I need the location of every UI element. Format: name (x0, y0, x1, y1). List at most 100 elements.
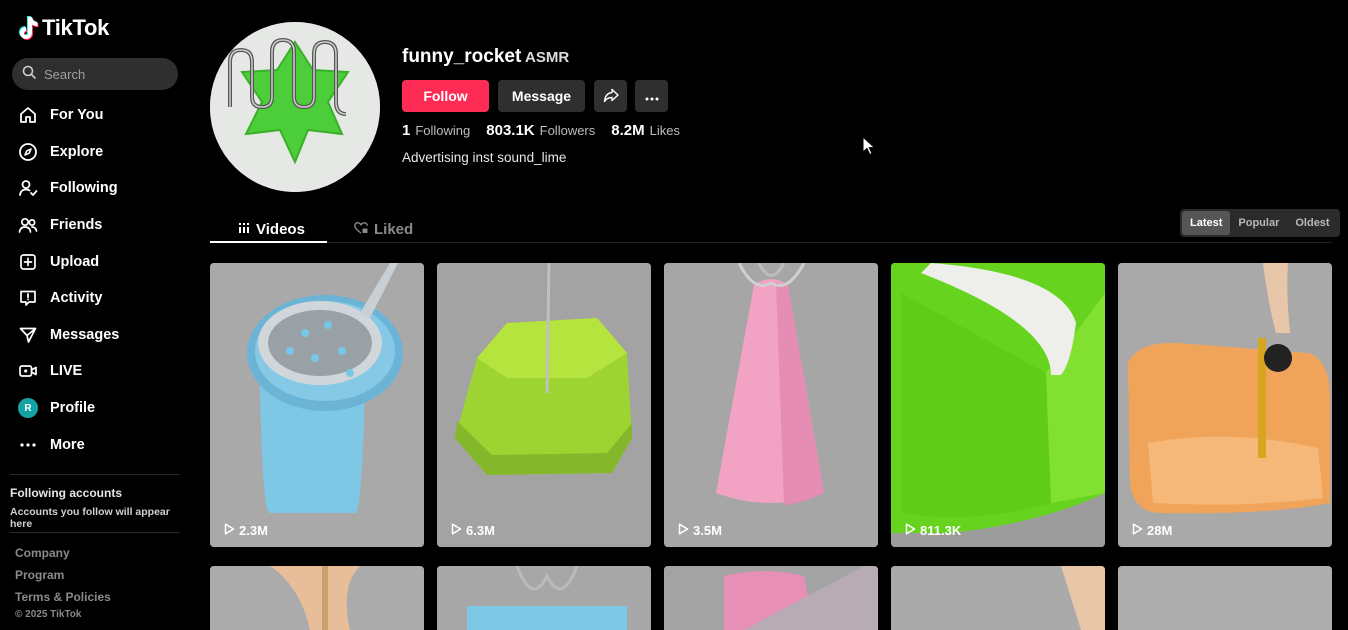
tiktok-logo[interactable]: TikTok (17, 15, 109, 41)
more-options-button[interactable] (635, 80, 668, 112)
copyright: © 2025 TikTok (15, 609, 82, 620)
video-card[interactable] (891, 566, 1105, 630)
sidebar-item-upload[interactable]: Upload (0, 243, 192, 280)
sort-option-latest[interactable]: Latest (1182, 211, 1231, 235)
mouse-cursor-icon (862, 135, 876, 161)
sidebar-nav: For You Explore Following Friends Upload (0, 97, 192, 463)
play-icon (224, 523, 235, 538)
follow-button[interactable]: Follow (402, 80, 489, 112)
view-count-text: 28M (1147, 523, 1173, 538)
video-card[interactable]: 3.5M (664, 263, 878, 547)
followers-label[interactable]: Followers (540, 123, 596, 138)
video-card[interactable] (210, 566, 424, 630)
avatar-letter: R (18, 398, 38, 419)
profile-stats: 1 Following 803.1K Followers 8.2M Likes (402, 122, 696, 139)
locked-heart-icon (354, 221, 368, 238)
search-box[interactable] (12, 58, 178, 90)
profile-nickname: ASMR (525, 49, 570, 66)
play-icon (678, 523, 689, 538)
video-thumbnail (664, 263, 878, 547)
tiktok-wordmark: TikTok (42, 15, 110, 40)
likes-label: Likes (649, 123, 680, 138)
video-thumbnail (210, 566, 424, 630)
tiktok-note-icon (17, 15, 39, 41)
following-count[interactable]: 1 (402, 122, 410, 139)
following-accounts-title: Following accounts (10, 486, 123, 500)
video-card[interactable]: 28M (1118, 263, 1332, 547)
sidebar-item-activity[interactable]: Activity (0, 280, 192, 317)
sidebar-item-live[interactable]: LIVE (0, 353, 192, 390)
sidebar-divider (10, 474, 180, 475)
video-thumbnail (1118, 263, 1332, 547)
sidebar-item-profile[interactable]: R Profile (0, 390, 192, 427)
friends-icon (18, 215, 38, 235)
upload-icon (18, 252, 38, 272)
share-icon (603, 87, 619, 106)
sidebar-divider (10, 532, 180, 533)
sidebar-item-messages[interactable]: Messages (0, 317, 192, 354)
footer-link-terms[interactable]: Terms & Policies (15, 590, 111, 604)
tab-videos[interactable]: Videos (238, 215, 305, 243)
view-count-text: 3.5M (693, 523, 722, 538)
play-icon (1132, 523, 1143, 538)
view-count: 28M (1132, 523, 1172, 538)
sort-segmented-control: Latest Popular Oldest (1180, 209, 1340, 237)
home-icon (18, 105, 38, 125)
sidebar-item-more[interactable]: More (0, 426, 192, 463)
video-thumbnail (437, 566, 651, 630)
messages-icon (18, 325, 38, 345)
profile-bio: Advertising inst sound_lime (402, 150, 567, 165)
video-card[interactable]: 6.3M (437, 263, 651, 547)
sidebar: TikTok For You Explore Following (0, 0, 192, 630)
share-button[interactable] (594, 80, 627, 112)
profile-avatar-image[interactable] (210, 22, 380, 192)
following-icon (18, 178, 38, 198)
likes-count: 8.2M (611, 122, 645, 139)
sidebar-item-following[interactable]: Following (0, 170, 192, 207)
message-button[interactable]: Message (498, 80, 585, 112)
sort-option-oldest[interactable]: Oldest (1287, 211, 1337, 235)
grid-icon (238, 221, 250, 238)
play-icon (905, 523, 916, 538)
video-thumbnail (664, 566, 878, 630)
search-input[interactable] (42, 65, 166, 83)
video-thumbnail (210, 263, 424, 547)
followers-count[interactable]: 803.1K (486, 122, 534, 139)
profile-avatar: R (18, 398, 38, 419)
video-card[interactable] (664, 566, 878, 630)
sidebar-item-label: Friends (50, 217, 103, 234)
video-thumbnail (437, 263, 651, 547)
video-card[interactable]: 811.3K (891, 263, 1105, 547)
sidebar-item-label: Following (50, 180, 118, 197)
sidebar-item-label: Activity (50, 290, 103, 307)
sidebar-item-friends[interactable]: Friends (0, 207, 192, 244)
video-card[interactable]: 2.3M (210, 263, 424, 547)
following-label[interactable]: Following (415, 123, 470, 138)
sort-option-popular[interactable]: Popular (1230, 211, 1287, 235)
video-card[interactable] (1118, 566, 1332, 630)
video-thumbnail (1118, 566, 1332, 630)
sidebar-item-label: Messages (50, 326, 120, 343)
active-tab-indicator (210, 241, 327, 243)
sidebar-item-for-you[interactable]: For You (0, 97, 192, 134)
activity-icon (18, 288, 38, 308)
profile-username: funny_rocket (402, 46, 522, 67)
view-count-text: 2.3M (239, 523, 268, 538)
sidebar-item-label: LIVE (50, 363, 83, 380)
play-icon (451, 523, 462, 538)
sidebar-item-explore[interactable]: Explore (0, 134, 192, 171)
tab-liked[interactable]: Liked (354, 215, 413, 243)
sidebar-item-label: Explore (50, 143, 104, 160)
view-count: 2.3M (224, 523, 268, 538)
tab-label: Videos (256, 220, 305, 238)
view-count-text: 811.3K (920, 523, 962, 538)
video-card[interactable] (437, 566, 651, 630)
footer-link-program[interactable]: Program (15, 568, 64, 582)
sidebar-item-label: Upload (50, 253, 100, 270)
view-count: 3.5M (678, 523, 722, 538)
view-count: 811.3K (905, 523, 961, 538)
view-count-text: 6.3M (466, 523, 495, 538)
footer-link-company[interactable]: Company (15, 546, 70, 560)
tab-label: Liked (374, 220, 414, 238)
video-thumbnail (891, 566, 1105, 630)
